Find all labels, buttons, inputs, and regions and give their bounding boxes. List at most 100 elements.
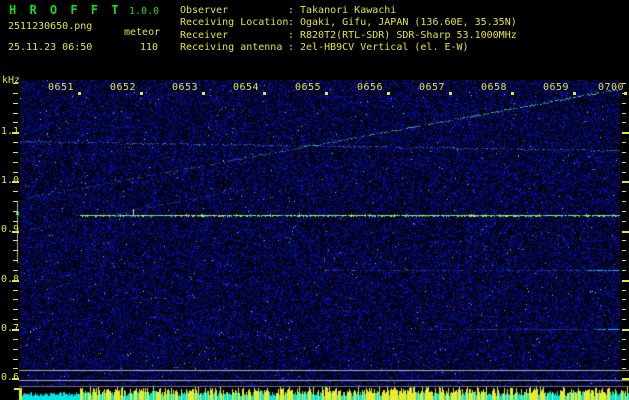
time-tick-label: 0656 <box>357 82 384 93</box>
freq-tick <box>622 181 629 183</box>
info-value-receiving-antenna: 2el-HB9CV Vertical (el. E-W) <box>300 42 469 54</box>
freq-tick <box>12 181 19 183</box>
time-tick <box>140 92 143 95</box>
freq-tick <box>622 349 626 350</box>
hrofft-window: H R O F F T 1.0.0 2511230650.png meteor … <box>0 0 629 400</box>
freq-tick <box>622 162 626 163</box>
freq-tick <box>622 142 626 143</box>
freq-tick <box>622 93 626 94</box>
freq-tick <box>622 329 629 331</box>
info-value-receiving-location: Ogaki, Gifu, JAPAN (136.60E, 35.35N) <box>300 17 517 29</box>
freq-tick <box>12 378 19 380</box>
freq-tick <box>12 329 19 331</box>
freq-tick <box>622 250 626 251</box>
freq-tick <box>13 299 18 300</box>
spectrogram-canvas <box>14 80 629 400</box>
info-label: Receiving Location <box>180 17 289 29</box>
freq-tick <box>622 122 626 123</box>
time-tick-label: 0651 <box>48 82 75 93</box>
time-tick <box>511 92 514 95</box>
time-tick <box>263 92 266 95</box>
freq-tick <box>13 250 18 251</box>
freq-tick-label: 0.9 <box>1 224 20 235</box>
echo-count: 110 <box>140 42 159 53</box>
freq-tick <box>13 290 18 291</box>
freq-tick <box>622 103 626 104</box>
time-tick-label: 0654 <box>233 82 260 93</box>
freq-tick <box>622 270 626 271</box>
freq-tick <box>13 142 18 143</box>
time-tick <box>387 92 390 95</box>
info-row-receiving-location: Receiving Location: Ogaki, Gifu, JAPAN (1… <box>180 17 517 29</box>
time-tick <box>202 92 205 95</box>
freq-tick <box>13 191 18 192</box>
freq-tick <box>13 122 18 123</box>
info-label: Observer <box>180 5 229 16</box>
freq-tick <box>13 162 18 163</box>
info-value-receiver: R820T2(RTL-SDR) SDR-Sharp 53.1000MHz <box>300 29 517 41</box>
freq-tick <box>13 368 18 369</box>
time-tick-label: 0700 <box>598 82 625 93</box>
freq-tick <box>13 309 18 310</box>
freq-tick <box>13 240 18 241</box>
freq-tick <box>13 270 18 271</box>
time-tick-label: 0655 <box>295 82 322 93</box>
freq-tick <box>622 172 626 173</box>
freq-tick <box>13 201 18 202</box>
freq-tick <box>13 339 18 340</box>
freq-tick <box>622 152 626 153</box>
freq-tick <box>622 211 626 212</box>
freq-tick <box>622 260 626 261</box>
freq-unit-label: kHz <box>2 75 21 86</box>
app-title: H R O F F T <box>9 3 122 17</box>
app-version: 1.0.0 <box>129 6 160 17</box>
freq-tick <box>13 211 18 212</box>
freq-tick <box>622 280 629 282</box>
time-tick-label: 0652 <box>110 82 137 93</box>
timestamp-label: 25.11.23 06:50 <box>8 42 93 53</box>
freq-tick <box>622 240 626 241</box>
info-colon: : <box>288 17 295 29</box>
freq-tick <box>13 113 18 114</box>
freq-tick <box>13 319 18 320</box>
info-colon: : <box>288 29 295 41</box>
freq-tick <box>622 191 626 192</box>
freq-tick <box>13 221 18 222</box>
time-tick-label: 0657 <box>419 82 446 93</box>
freq-tick <box>14 388 19 390</box>
freq-tick <box>622 290 626 291</box>
freq-tick <box>622 378 629 380</box>
filename-label: 2511230650.png <box>8 21 93 32</box>
info-row-receiving-antenna: Receiving antenna:2el-HB9CV Vertical (el… <box>180 42 517 54</box>
freq-tick <box>13 103 18 104</box>
freq-tick <box>622 299 626 300</box>
info-label: Receiver <box>180 29 229 41</box>
time-tick-label: 0653 <box>172 82 199 93</box>
time-tick-label: 0658 <box>481 82 508 93</box>
freq-tick <box>622 309 626 310</box>
time-tick <box>573 92 576 95</box>
freq-tick <box>622 319 626 320</box>
freq-tick <box>12 132 19 134</box>
freq-tick <box>13 83 18 84</box>
freq-tick <box>12 280 19 282</box>
mode-label: meteor <box>124 27 161 38</box>
info-colon: : <box>288 5 295 16</box>
info-colon: : <box>288 42 295 54</box>
freq-tick <box>622 132 629 134</box>
freq-tick <box>13 93 18 94</box>
freq-tick <box>622 368 626 369</box>
freq-tick <box>622 201 626 202</box>
time-tick <box>78 92 81 95</box>
freq-tick <box>622 221 626 222</box>
info-value-observer: Takanori Kawachi <box>300 5 397 16</box>
freq-tick <box>13 152 18 153</box>
freq-tick <box>13 260 18 261</box>
time-tick-label: 0659 <box>543 82 570 93</box>
freq-tick <box>12 231 19 233</box>
observation-info-panel: Observer: Takanori Kawachi Receiving Loca… <box>180 5 517 55</box>
freq-tick <box>622 83 626 84</box>
freq-tick <box>13 359 18 360</box>
info-row-observer: Observer: Takanori Kawachi <box>180 5 517 17</box>
info-row-receiver: Receiver: R820T2(RTL-SDR) SDR-Sharp 53.10… <box>180 30 517 42</box>
